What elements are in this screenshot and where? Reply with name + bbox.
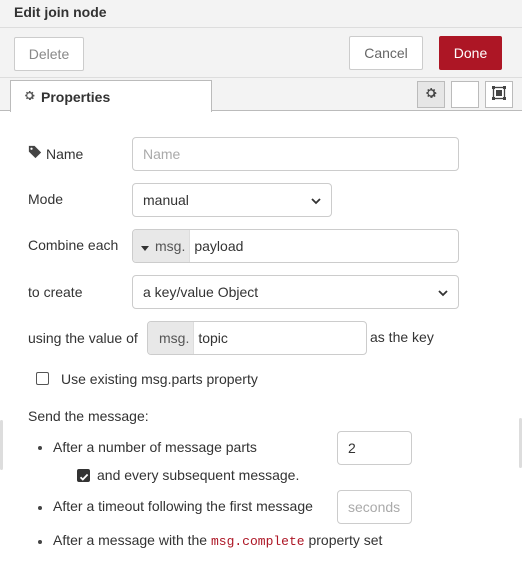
chevron-down-icon	[311, 192, 321, 208]
name-input[interactable]: Name	[132, 137, 459, 171]
check-icon	[78, 470, 90, 486]
appearance-tab-button[interactable]	[485, 81, 513, 108]
after-timeout-label: After a timeout following the first mess…	[53, 498, 313, 514]
using-label: using the value of	[28, 330, 138, 346]
create-select[interactable]: a key/value Object	[132, 275, 459, 309]
after-complete-label: After a message with the msg.complete pr…	[53, 532, 382, 549]
gear-icon	[23, 89, 36, 105]
after-complete-suffix: property set	[308, 532, 383, 548]
key-prefix: msg.	[148, 322, 195, 354]
done-button[interactable]: Done	[439, 36, 502, 70]
subsequent-checkbox[interactable]	[77, 469, 90, 482]
chevron-down-icon	[438, 284, 448, 300]
tag-icon	[28, 145, 42, 162]
subsequent-label: and every subsequent message.	[97, 467, 300, 483]
name-row-label: Name	[28, 145, 83, 162]
use-parts-label: Use existing msg.parts property	[61, 371, 258, 387]
mode-label: Mode	[28, 191, 64, 207]
mode-select-value: manual	[143, 192, 189, 208]
gear-icon	[424, 86, 438, 103]
combine-typed-input[interactable]: msg. payload	[132, 229, 459, 263]
parts-count-input[interactable]: 2	[337, 431, 412, 465]
file-text-icon	[459, 86, 471, 103]
key-property-input[interactable]: msg. topic	[147, 321, 367, 355]
create-label: to create	[28, 284, 83, 300]
list-bullet	[38, 506, 42, 510]
tab-properties[interactable]: Properties	[10, 80, 212, 112]
as-key-label: as the key	[370, 329, 434, 345]
object-group-icon	[492, 86, 506, 103]
tab-properties-label: Properties	[41, 88, 111, 105]
list-bullet	[38, 540, 42, 544]
timeout-input[interactable]: seconds	[337, 490, 412, 524]
after-complete-prefix: After a message with the	[53, 532, 208, 548]
description-tab-button[interactable]	[451, 81, 479, 108]
create-select-value: a key/value Object	[143, 284, 259, 300]
caret-down-icon	[141, 238, 149, 254]
combine-label: Combine each	[28, 237, 119, 253]
dialog-title: Edit join node	[0, 0, 522, 28]
send-label: Send the message:	[28, 408, 149, 424]
name-label: Name	[46, 145, 84, 162]
use-parts-checkbox[interactable]	[36, 372, 49, 385]
left-resize-handle[interactable]	[0, 420, 3, 470]
combine-type-selector[interactable]: msg.	[133, 230, 191, 262]
combine-value: payload	[194, 238, 244, 254]
key-value: topic	[198, 330, 228, 346]
dialog-toolbar: Delete Cancel Done	[0, 28, 522, 78]
list-bullet	[38, 446, 42, 450]
mode-select[interactable]: manual	[132, 183, 332, 217]
after-parts-label: After a number of message parts	[53, 439, 257, 455]
cancel-button[interactable]: Cancel	[349, 36, 423, 70]
msg-complete-code: msg.complete	[210, 534, 305, 549]
node-settings-tab-button[interactable]	[417, 81, 445, 108]
delete-button[interactable]: Delete	[14, 37, 84, 71]
tabs-row: Properties	[0, 78, 522, 112]
combine-prefix: msg.	[155, 238, 186, 254]
